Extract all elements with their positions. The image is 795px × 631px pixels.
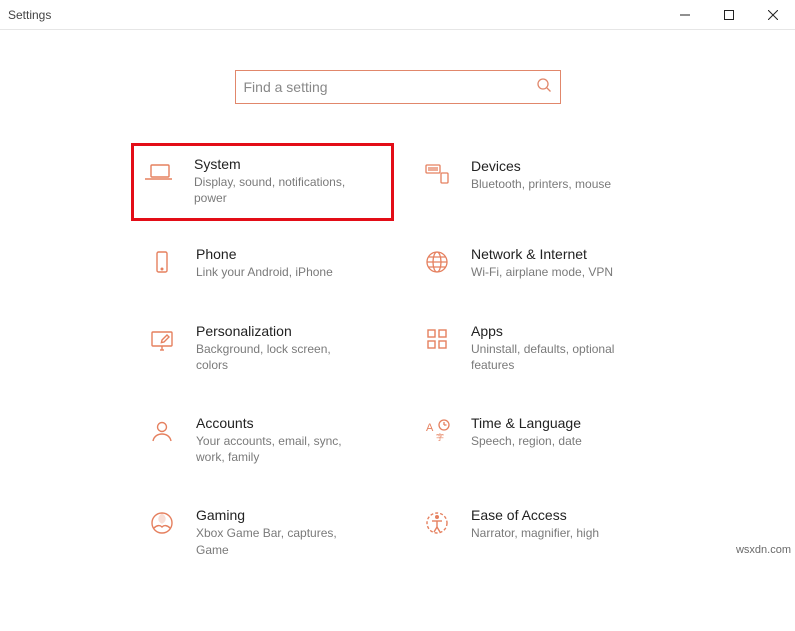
settings-tile-ease-of-access[interactable]: Ease of Access Narrator, magnifier, high [417,503,662,561]
laptop-icon [144,156,176,188]
svg-text:字: 字 [436,432,444,442]
tile-title: Phone [196,246,333,262]
maximize-icon [724,10,734,20]
tile-title: Ease of Access [471,507,599,523]
watermark: wsxdn.com [736,544,791,556]
tile-description: Display, sound, notifications, power [194,174,364,206]
personal-icon [146,323,178,355]
tile-description: Bluetooth, printers, mouse [471,176,611,192]
tile-title: Devices [471,158,611,174]
tile-text: Network & Internet Wi-Fi, airplane mode, … [471,246,613,280]
settings-tile-apps[interactable]: Apps Uninstall, defaults, optional featur… [417,319,662,377]
tile-description: Xbox Game Bar, captures, Game [196,525,366,557]
settings-tile-network-internet[interactable]: Network & Internet Wi-Fi, airplane mode, … [417,242,662,284]
settings-tile-time-language[interactable]: A字 Time & Language Speech, region, date [417,411,662,469]
search-wrap [0,70,795,104]
minimize-button[interactable] [663,0,707,30]
tile-text: Phone Link your Android, iPhone [196,246,333,280]
maximize-button[interactable] [707,0,751,30]
window-title: Settings [8,8,663,22]
tile-description: Background, lock screen, colors [196,341,366,373]
settings-tile-gaming[interactable]: Gaming Xbox Game Bar, captures, Game [142,503,387,561]
tile-title: Network & Internet [471,246,613,262]
ease-icon [421,507,453,539]
search-input[interactable] [244,79,536,95]
svg-text:A: A [426,422,434,434]
content-area: System Display, sound, notifications, pow… [0,30,795,562]
tile-text: Accounts Your accounts, email, sync, work… [196,415,366,465]
settings-tile-accounts[interactable]: Accounts Your accounts, email, sync, work… [142,411,387,469]
titlebar: Settings [0,0,795,30]
accounts-icon [146,415,178,447]
apps-icon [421,323,453,355]
close-icon [768,10,778,20]
settings-tile-system[interactable]: System Display, sound, notifications, pow… [132,144,393,220]
tile-title: System [194,156,364,172]
phone-icon [146,246,178,278]
tile-title: Apps [471,323,641,339]
tile-description: Link your Android, iPhone [196,264,333,280]
tile-text: Personalization Background, lock screen, … [196,323,366,373]
settings-grid: System Display, sound, notifications, pow… [142,154,662,562]
minimize-icon [680,10,690,20]
tile-text: Time & Language Speech, region, date [471,415,582,449]
tile-description: Wi-Fi, airplane mode, VPN [471,264,613,280]
tile-text: Ease of Access Narrator, magnifier, high [471,507,599,541]
tile-description: Uninstall, defaults, optional features [471,341,641,373]
tile-title: Gaming [196,507,366,523]
globe-icon [421,246,453,278]
settings-tile-devices[interactable]: Devices Bluetooth, printers, mouse [417,154,662,208]
tile-title: Accounts [196,415,366,431]
settings-tile-personalization[interactable]: Personalization Background, lock screen, … [142,319,387,377]
tile-text: Gaming Xbox Game Bar, captures, Game [196,507,366,557]
tile-text: System Display, sound, notifications, pow… [194,156,364,206]
gaming-icon [146,507,178,539]
tile-text: Devices Bluetooth, printers, mouse [471,158,611,192]
time-icon: A字 [421,415,453,447]
tile-description: Narrator, magnifier, high [471,525,599,541]
tile-description: Speech, region, date [471,433,582,449]
search-box[interactable] [235,70,561,104]
tile-title: Time & Language [471,415,582,431]
settings-tile-phone[interactable]: Phone Link your Android, iPhone [142,242,387,284]
search-icon [536,77,552,98]
tile-text: Apps Uninstall, defaults, optional featur… [471,323,641,373]
devices-icon [421,158,453,190]
tile-description: Your accounts, email, sync, work, family [196,433,366,465]
close-button[interactable] [751,0,795,30]
window-controls [663,0,795,30]
tile-title: Personalization [196,323,366,339]
